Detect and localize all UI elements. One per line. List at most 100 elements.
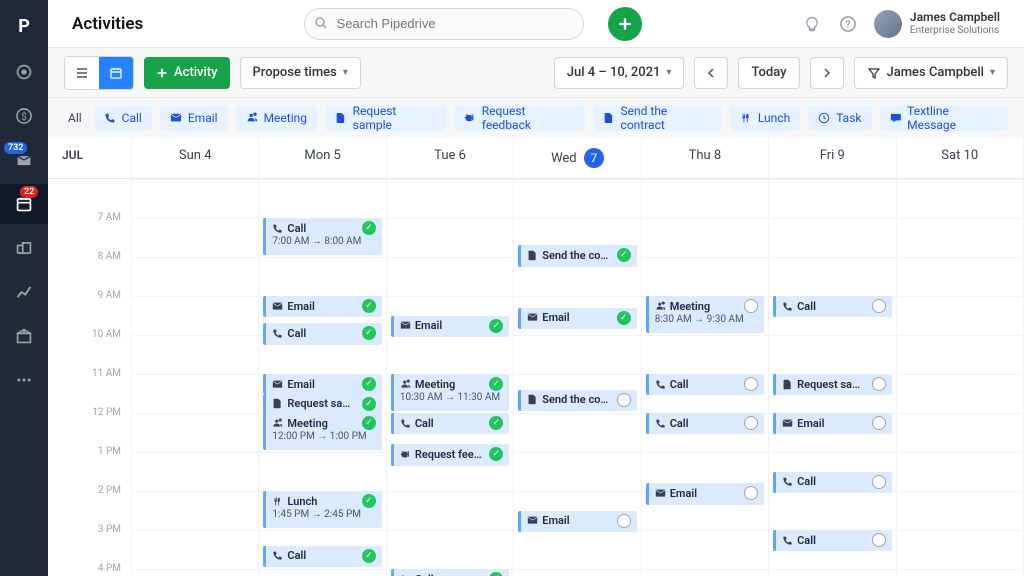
filter-chip-call[interactable]: Call <box>94 105 152 131</box>
calendar-event[interactable]: Meeting8:30 AM → 9:30 AM <box>646 296 764 333</box>
calendar-event[interactable]: Request sample <box>263 394 381 414</box>
list-view-button[interactable] <box>65 57 99 89</box>
nav-more[interactable] <box>0 360 48 400</box>
calendar-event[interactable]: Call <box>391 413 509 434</box>
event-status-done[interactable] <box>489 572 503 576</box>
calendar-event[interactable]: Call <box>263 323 381 344</box>
nav-products[interactable] <box>0 316 48 356</box>
filter-all[interactable]: All <box>64 111 86 125</box>
filter-chip-meeting[interactable]: Meeting <box>236 105 317 131</box>
event-status-done[interactable] <box>362 377 376 391</box>
calendar-event[interactable]: Call <box>773 296 891 317</box>
calendar-event[interactable]: Call <box>391 569 509 576</box>
calendar-event[interactable]: Request feed… <box>391 444 509 465</box>
calendar-event[interactable]: Call <box>646 374 764 395</box>
filter-chip-email[interactable]: Email <box>160 105 228 131</box>
filter-chip-request-feedback[interactable]: Request feedback <box>454 105 585 131</box>
day-column[interactable]: Call Request sample Email Call Call <box>769 179 896 576</box>
nav-target[interactable] <box>0 52 48 92</box>
event-status-open[interactable] <box>872 533 886 547</box>
calendar-event[interactable]: Lunch1:45 PM → 2:45 PM <box>263 491 381 528</box>
day-column[interactable]: Send the cont… Email Send the cont… Email <box>514 179 641 576</box>
search-input[interactable] <box>304 8 584 40</box>
filter-chip-textline-message[interactable]: Textline Message <box>880 105 1008 131</box>
next-week-button[interactable] <box>810 57 844 89</box>
event-title: Meeting <box>415 378 485 391</box>
day-column[interactable]: Meeting8:30 AM → 9:30 AM Call Call Email <box>642 179 769 576</box>
assistant-icon[interactable] <box>802 14 822 34</box>
calendar-event[interactable]: Call <box>773 530 891 551</box>
day-header: Fri 9 <box>769 138 896 178</box>
prev-week-button[interactable] <box>694 57 728 89</box>
event-status-done[interactable] <box>489 377 503 391</box>
event-status-done[interactable] <box>489 447 503 461</box>
add-activity-button[interactable]: Activity <box>144 57 230 89</box>
user-menu[interactable]: James Campbell Enterprise Solutions <box>874 10 1000 38</box>
calendar-event[interactable]: Call <box>773 472 891 493</box>
calendar-event[interactable]: Email <box>391 316 509 337</box>
event-status-done[interactable] <box>362 221 376 235</box>
event-status-done[interactable] <box>489 416 503 430</box>
event-status-done[interactable] <box>362 299 376 313</box>
calendar-event[interactable]: Call7:00 AM → 8:00 AM <box>263 218 381 255</box>
event-status-open[interactable] <box>744 416 758 430</box>
filter-chip-request-sample[interactable]: Request sample <box>325 105 446 131</box>
filter-chip-send-the-contract[interactable]: Send the contract <box>593 105 722 131</box>
calendar-event[interactable]: Email <box>518 511 636 532</box>
event-status-open[interactable] <box>872 299 886 313</box>
calendar-event[interactable]: Request sample <box>773 374 891 395</box>
doc-icon <box>603 112 615 124</box>
calendar-event[interactable]: Send the cont… <box>518 245 636 266</box>
date-range-picker[interactable]: Jul 4 – 10, 2021▾ <box>554 57 685 89</box>
event-status-open[interactable] <box>744 377 758 391</box>
calendar-event[interactable]: Email <box>646 483 764 504</box>
event-status-open[interactable] <box>872 416 886 430</box>
calendar-event[interactable]: Meeting10:30 AM → 11:30 AM <box>391 374 509 411</box>
event-status-done[interactable] <box>362 397 376 411</box>
calendar-event[interactable]: Call <box>263 546 381 567</box>
day-column[interactable]: EmailMeeting10:30 AM → 11:30 AMCallReque… <box>387 179 514 576</box>
day-column[interactable]: Call7:00 AM → 8:00 AMEmailCallEmailReque… <box>259 179 386 576</box>
calendar-event[interactable]: Meeting12:00 PM → 1:00 PM <box>263 413 381 450</box>
avatar <box>874 10 902 38</box>
calendar-event[interactable]: Call <box>646 413 764 434</box>
event-status-open[interactable] <box>872 475 886 489</box>
calendar-event[interactable]: Email <box>773 413 891 434</box>
calendar-event[interactable]: Send the cont… <box>518 390 636 411</box>
event-status-open[interactable] <box>872 377 886 391</box>
day-column[interactable] <box>132 179 259 576</box>
quick-add-button[interactable] <box>608 7 642 41</box>
nav-deals[interactable] <box>0 96 48 136</box>
nav-insights[interactable] <box>0 272 48 312</box>
nav-contacts[interactable] <box>0 228 48 268</box>
event-status-open[interactable] <box>617 514 631 528</box>
event-status-done[interactable] <box>617 311 631 325</box>
filter-chip-task[interactable]: Task <box>808 105 871 131</box>
event-status-open[interactable] <box>744 299 758 313</box>
event-status-done[interactable] <box>617 248 631 262</box>
event-status-done[interactable] <box>362 416 376 430</box>
calendar-event[interactable]: Email <box>518 308 636 329</box>
event-status-done[interactable] <box>362 494 376 508</box>
propose-times-button[interactable]: Propose times▾ <box>240 57 361 89</box>
doc-icon <box>527 250 538 261</box>
calendar-grid[interactable]: Call7:00 AM → 8:00 AMEmailCallEmailReque… <box>132 179 1024 576</box>
user-filter-button[interactable]: James Campbell▾ <box>854 57 1009 89</box>
user-company: Enterprise Solutions <box>910 25 1000 36</box>
help-icon[interactable] <box>838 14 858 34</box>
calendar-view-button[interactable] <box>99 57 133 89</box>
event-status-open[interactable] <box>617 393 631 407</box>
calendar-event[interactable]: Email <box>263 296 381 317</box>
today-button[interactable]: Today <box>738 57 799 89</box>
calendar-event[interactable]: Email <box>263 374 381 394</box>
event-status-done[interactable] <box>362 549 376 563</box>
email-icon <box>400 320 411 331</box>
filter-chip-lunch[interactable]: Lunch <box>730 105 800 131</box>
day-column[interactable] <box>897 179 1024 576</box>
event-status-done[interactable] <box>362 326 376 340</box>
event-status-done[interactable] <box>489 319 503 333</box>
nav-mail[interactable]: 732 <box>0 140 48 180</box>
pipedrive-logo[interactable]: P <box>10 12 38 40</box>
event-status-open[interactable] <box>744 486 758 500</box>
nav-activities[interactable]: 22 <box>0 184 48 224</box>
